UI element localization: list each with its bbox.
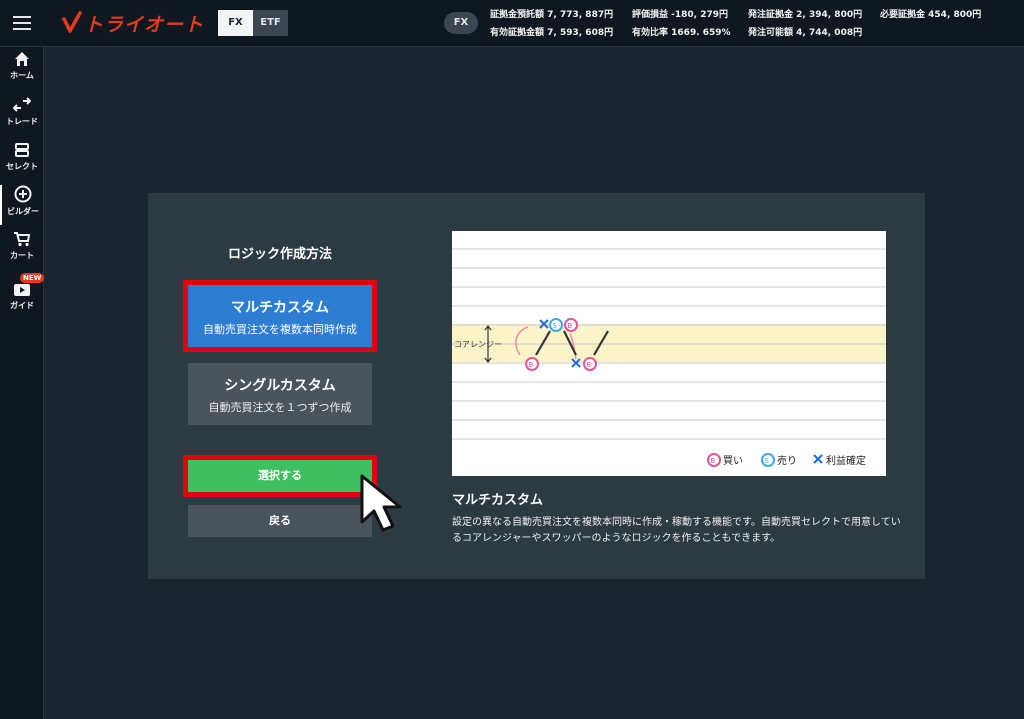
plus-circle-icon	[14, 185, 32, 203]
pnl-value: -180, 279円	[671, 10, 729, 20]
account-pnl: 評価損益 -180, 279円 有効比率 1669. 659%	[632, 6, 731, 42]
orderable-value: 4, 744, 008円	[796, 28, 863, 38]
account-required-margin: 必要証拠金 454, 800円	[880, 6, 981, 24]
mode-etf[interactable]: ETF	[253, 10, 288, 36]
buy-marker-glyph: B	[529, 361, 534, 369]
core-ranger-illustration: B S B B コアレンジー B 買い S 売り 利益確定	[452, 248, 886, 467]
sidebar-item-home[interactable]: ホーム	[0, 51, 44, 91]
legend-buy-glyph: B	[711, 457, 716, 465]
order-margin-label: 発注証拠金	[748, 10, 794, 20]
effective-ratio-label: 有効比率	[632, 28, 669, 38]
description-title: マルチカスタム	[452, 493, 544, 508]
buy-marker-glyph: B	[587, 361, 592, 369]
play-video-icon	[14, 284, 30, 296]
sidebar-item-label: ホーム	[10, 71, 34, 80]
option-single-custom[interactable]: シングルカスタム 自動売買注文を１つずつ作成	[188, 363, 372, 425]
legend-take-profit-icon	[813, 454, 823, 464]
logo-text: トライオート	[84, 13, 205, 36]
range-label: コアレンジー	[454, 340, 502, 349]
option-subtitle: 自動売買注文を複数本同時作成	[203, 323, 357, 336]
top-bar: トライオート FX ETF FX 証拠金預託額 7, 773, 887円 有効証…	[0, 0, 1024, 47]
required-margin-label: 必要証拠金	[880, 10, 926, 20]
deposit-value: 7, 773, 887円	[547, 10, 614, 20]
mode-fx[interactable]: FX	[218, 10, 253, 36]
legend-take-profit-label: 利益確定	[826, 454, 866, 467]
sidebar-item-label: ビルダー	[7, 207, 39, 216]
option-multi-custom[interactable]: マルチカスタム 自動売買注文を複数本同時作成	[183, 280, 377, 352]
select-stack-icon	[15, 143, 29, 157]
legend-sell-glyph: S	[765, 457, 770, 465]
legend-buy-label: 買い	[723, 455, 743, 467]
new-badge: NEW	[20, 273, 45, 283]
range-band	[452, 324, 886, 362]
mode-switch: FX ETF	[218, 10, 288, 36]
mouse-pointer-icon	[360, 474, 402, 532]
sell-marker-glyph: S	[553, 322, 558, 330]
menu-icon[interactable]	[13, 16, 31, 30]
effective-margin-value: 7, 593, 608円	[547, 28, 614, 38]
description-body: 設定の異なる自動売買注文を複数本同時に作成・稼動する機能です。自動売買セレクトで…	[452, 517, 901, 544]
orderable-label: 発注可能額	[748, 28, 794, 38]
market-badge[interactable]: FX	[444, 12, 478, 34]
sidebar-item-guide[interactable]: NEW ガイド	[0, 273, 45, 317]
pnl-label: 評価損益	[632, 10, 669, 20]
legend-sell-label: 売り	[777, 454, 797, 467]
order-margin-value: 2, 394, 800円	[796, 10, 863, 20]
select-button[interactable]: 選択する	[183, 455, 377, 497]
effective-margin-label: 有効証拠金額	[490, 28, 545, 38]
option-title: マルチカスタム	[231, 300, 329, 316]
sidebar-item-label: セレクト	[6, 162, 38, 171]
home-icon	[15, 52, 29, 66]
trade-arrows-icon	[13, 97, 31, 112]
sidebar-item-label: ガイド	[10, 301, 34, 310]
logic-diagram: B S B B コアレンジー B 買い S 売り 利益確定	[452, 231, 886, 476]
sidebar-item-cart[interactable]: カート	[0, 231, 44, 271]
app-logo[interactable]: トライオート	[62, 10, 204, 36]
logic-method-dialog: ロジック作成方法 マルチカスタム 自動売買注文を複数本同時作成 シングルカスタム…	[148, 193, 925, 579]
buy-marker-glyph: B	[568, 322, 573, 330]
logo-mark-icon	[62, 11, 82, 33]
effective-ratio-value: 1669. 659%	[671, 28, 731, 38]
sidebar-item-label: トレード	[6, 117, 38, 126]
sidebar-item-builder[interactable]: ビルダー	[0, 185, 44, 225]
sidebar-item-select[interactable]: セレクト	[0, 142, 44, 182]
required-margin-value: 454, 800円	[928, 10, 982, 20]
sidebar-item-label: カート	[10, 251, 34, 260]
deposit-label: 証拠金預託額	[490, 10, 545, 20]
account-order-margin: 発注証拠金 2, 394, 800円 発注可能額 4, 744, 008円	[748, 6, 862, 42]
account-deposit: 証拠金預託額 7, 773, 887円 有効証拠金額 7, 593, 608円	[490, 6, 613, 42]
cart-icon	[14, 232, 31, 247]
dialog-title: ロジック作成方法	[227, 247, 332, 262]
option-subtitle: 自動売買注文を１つずつ作成	[208, 401, 352, 414]
option-title: シングルカスタム	[224, 378, 336, 394]
sidebar-item-trade[interactable]: トレード	[0, 97, 44, 137]
sidebar: ホーム トレード セレクト ビルダー カート NEW ガイド	[0, 47, 45, 719]
back-button[interactable]: 戻る	[188, 505, 372, 537]
